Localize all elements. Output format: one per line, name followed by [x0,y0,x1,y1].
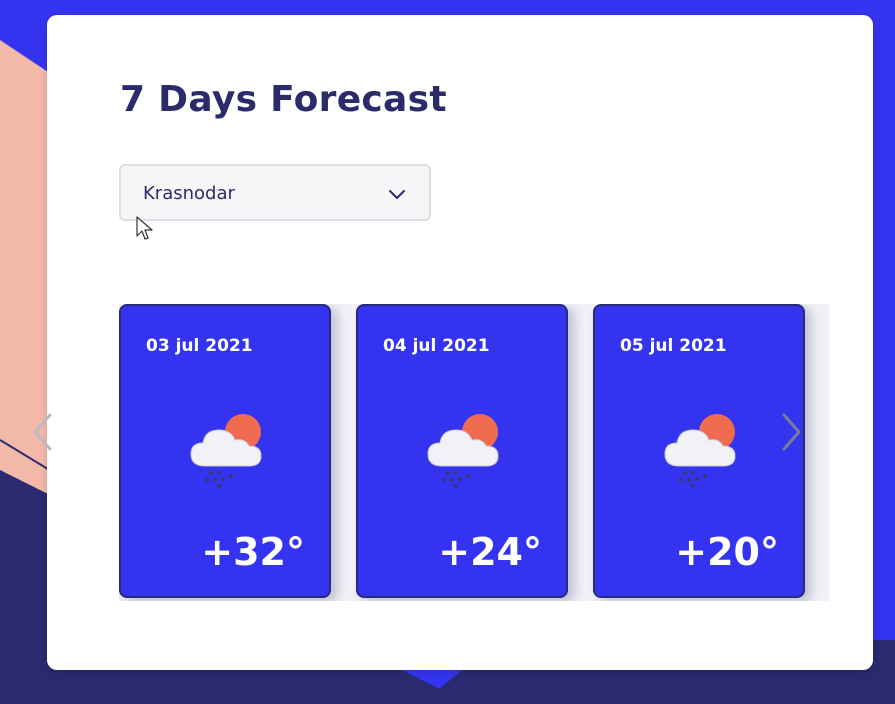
city-select-value: Krasnodar [143,183,235,204]
cloud-sun-rain-icon [664,414,736,488]
forecast-date: 05 jul 2021 [620,336,727,356]
page-title: 7 Days Forecast [120,79,447,120]
chevron-right-icon[interactable] [778,412,804,452]
forecast-temperature: +24° [438,530,542,574]
forecast-temperature: +32° [201,530,305,574]
mouse-cursor-icon [136,216,153,240]
cloud-sun-rain-icon [190,414,262,488]
cloud-sun-rain-icon [427,414,499,488]
forecast-day-card[interactable]: 05 jul 2021 +20° [593,304,805,598]
forecast-day-card[interactable]: 03 jul 2021 +32° [119,304,331,598]
city-select[interactable]: Krasnodar [119,164,431,221]
forecast-panel: 7 Days Forecast Krasnodar 03 jul 2021 +3… [47,15,873,670]
forecast-carousel: 03 jul 2021 +32° 04 jul 2021 +24° 05 jul… [119,304,829,601]
forecast-date: 04 jul 2021 [383,336,490,356]
forecast-temperature: +20° [675,530,779,574]
forecast-day-card[interactable]: 04 jul 2021 +24° [356,304,568,598]
chevron-down-icon [389,190,405,199]
chevron-left-icon[interactable] [30,412,56,452]
forecast-date: 03 jul 2021 [146,336,253,356]
